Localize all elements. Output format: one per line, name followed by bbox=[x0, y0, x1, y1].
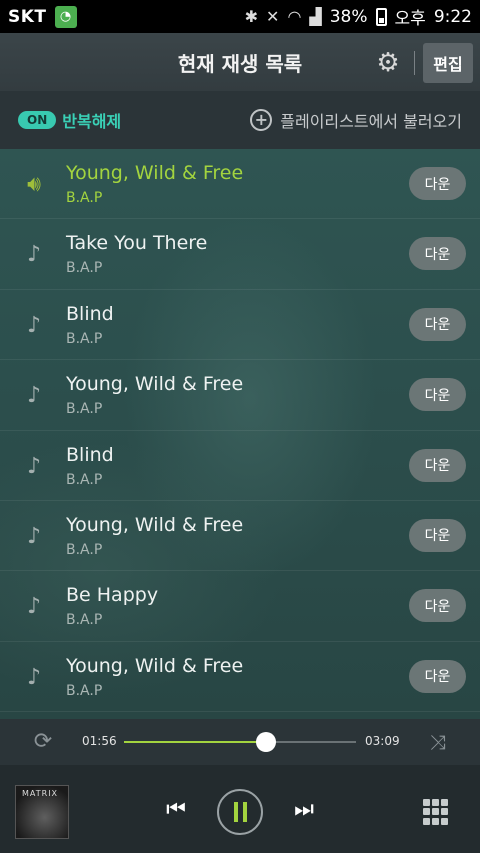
wifi-icon: ◠ bbox=[287, 7, 302, 26]
signal-icon: ▟ bbox=[309, 7, 322, 26]
track-title: Blind bbox=[66, 443, 114, 466]
progress-area: ⟳ 01:56 03:09 ⤨ bbox=[0, 719, 480, 765]
pause-icon bbox=[242, 802, 247, 822]
total-time: 03:09 bbox=[365, 734, 400, 748]
repeat-mode-label[interactable]: 반복해제 bbox=[62, 108, 121, 132]
download-button[interactable]: 다운 bbox=[409, 307, 466, 341]
load-playlist-label: 플레이리스트에서 불러오기 bbox=[280, 112, 462, 131]
track-item[interactable]: ♪ Young, Wild & Free B.A.P 다운 bbox=[0, 501, 480, 572]
music-note-icon: ♪ bbox=[26, 383, 42, 409]
grid-menu-icon[interactable] bbox=[423, 799, 449, 825]
track-artist: B.A.P bbox=[66, 330, 103, 347]
track-artist: B.A.P bbox=[66, 541, 103, 558]
next-track-icon[interactable]: ⏭︎ bbox=[288, 798, 320, 822]
status-bar: SKT ◔ ✱ ✕ ◠ ▟ 38% 오후 9:22 bbox=[0, 0, 480, 33]
track-item[interactable]: ♪ Take You There B.A.P 다운 bbox=[0, 219, 480, 290]
option-bar: ON 반복해제 + 플레이리스트에서 불러오기 bbox=[0, 91, 480, 149]
seek-thumb[interactable] bbox=[255, 732, 276, 752]
album-art[interactable]: MATRIX bbox=[15, 785, 69, 839]
music-note-icon: ♪ bbox=[26, 242, 42, 268]
download-button[interactable]: 다운 bbox=[409, 589, 466, 623]
track-artist: B.A.P bbox=[66, 612, 103, 629]
clock: 9:22 bbox=[433, 6, 472, 27]
download-button[interactable]: 다운 bbox=[409, 167, 466, 200]
pause-icon bbox=[233, 802, 238, 822]
seek-bar[interactable] bbox=[124, 732, 356, 752]
track-artist: B.A.P bbox=[66, 260, 103, 277]
track-item[interactable]: ♪ Young, Wild & Free B.A.P 다운 bbox=[0, 360, 480, 431]
mute-icon: ✕ bbox=[266, 7, 280, 26]
track-title: Be Happy bbox=[66, 584, 159, 607]
music-note-icon: ♪ bbox=[26, 594, 42, 620]
track-list[interactable]: 🔊︎ Young, Wild & Free B.A.P 다운 ♪ Take Yo… bbox=[0, 149, 480, 719]
plus-circle-icon: + bbox=[250, 109, 273, 131]
track-item[interactable]: ♪ Blind B.A.P 다운 bbox=[0, 431, 480, 501]
album-art-label: MATRIX bbox=[22, 789, 59, 798]
music-note-icon: ♪ bbox=[26, 523, 42, 549]
track-artist: B.A.P bbox=[66, 401, 103, 418]
pause-button[interactable] bbox=[217, 789, 263, 835]
player-controls: MATRIX ⏮︎ ⏭︎ bbox=[0, 765, 480, 853]
edit-button[interactable]: 편집 bbox=[423, 43, 473, 83]
load-playlist-button[interactable]: + 플레이리스트에서 불러오기 bbox=[250, 108, 462, 132]
previous-track-icon[interactable]: ⏮︎ bbox=[160, 798, 192, 822]
music-note-icon: ♪ bbox=[26, 453, 42, 479]
shuffle-icon[interactable]: ⤨ bbox=[424, 730, 452, 754]
music-note-icon: ♪ bbox=[26, 312, 42, 338]
download-button[interactable]: 다운 bbox=[409, 659, 466, 693]
track-title: Young, Wild & Free bbox=[66, 513, 244, 536]
track-artist: B.A.P bbox=[66, 190, 103, 206]
music-note-icon: ♪ bbox=[26, 664, 42, 690]
track-title: Young, Wild & Free bbox=[66, 373, 244, 396]
track-title: Blind bbox=[66, 302, 114, 325]
repeat-toggle[interactable]: ON bbox=[18, 111, 57, 129]
title-bar: 현재 재생 목록 ⚙ 편집 bbox=[0, 33, 480, 91]
speaker-icon: 🔊︎ bbox=[27, 172, 41, 197]
divider bbox=[414, 51, 415, 75]
repeat-icon[interactable]: ⟳ bbox=[28, 730, 58, 754]
track-title: Young, Wild & Free bbox=[66, 162, 244, 184]
track-artist: B.A.P bbox=[66, 471, 103, 488]
track-title: Take You There bbox=[66, 232, 208, 255]
download-button[interactable]: 다운 bbox=[409, 448, 466, 482]
status-icons: ✱ ✕ ◠ ▟ 38% 오후 9:22 bbox=[244, 4, 472, 30]
track-item[interactable]: 🔊︎ Young, Wild & Free B.A.P 다운 bbox=[0, 149, 480, 220]
carrier-label: SKT bbox=[8, 6, 47, 27]
current-time: 01:56 bbox=[82, 734, 117, 748]
ampm-label: 오후 bbox=[394, 9, 426, 29]
gear-icon[interactable]: ⚙ bbox=[374, 49, 402, 77]
track-item[interactable]: ♪ Blind B.A.P 다운 bbox=[0, 290, 480, 361]
seek-bar-fill bbox=[124, 741, 266, 743]
track-title: Young, Wild & Free bbox=[66, 654, 244, 677]
page-title: 현재 재생 목록 bbox=[177, 51, 303, 76]
bluetooth-icon: ✱ bbox=[244, 7, 259, 26]
download-button[interactable]: 다운 bbox=[409, 378, 466, 412]
battery-percent: 38% bbox=[329, 6, 368, 27]
download-button[interactable]: 다운 bbox=[409, 518, 466, 552]
track-item[interactable]: ♪ Young, Wild & Free B.A.P 다운 bbox=[0, 642, 480, 713]
track-artist: B.A.P bbox=[66, 682, 103, 699]
download-button[interactable]: 다운 bbox=[409, 237, 466, 271]
battery-icon bbox=[375, 7, 387, 26]
notification-icon: ◔ bbox=[54, 5, 77, 28]
track-item[interactable]: ♪ Be Happy B.A.P 다운 bbox=[0, 571, 480, 642]
